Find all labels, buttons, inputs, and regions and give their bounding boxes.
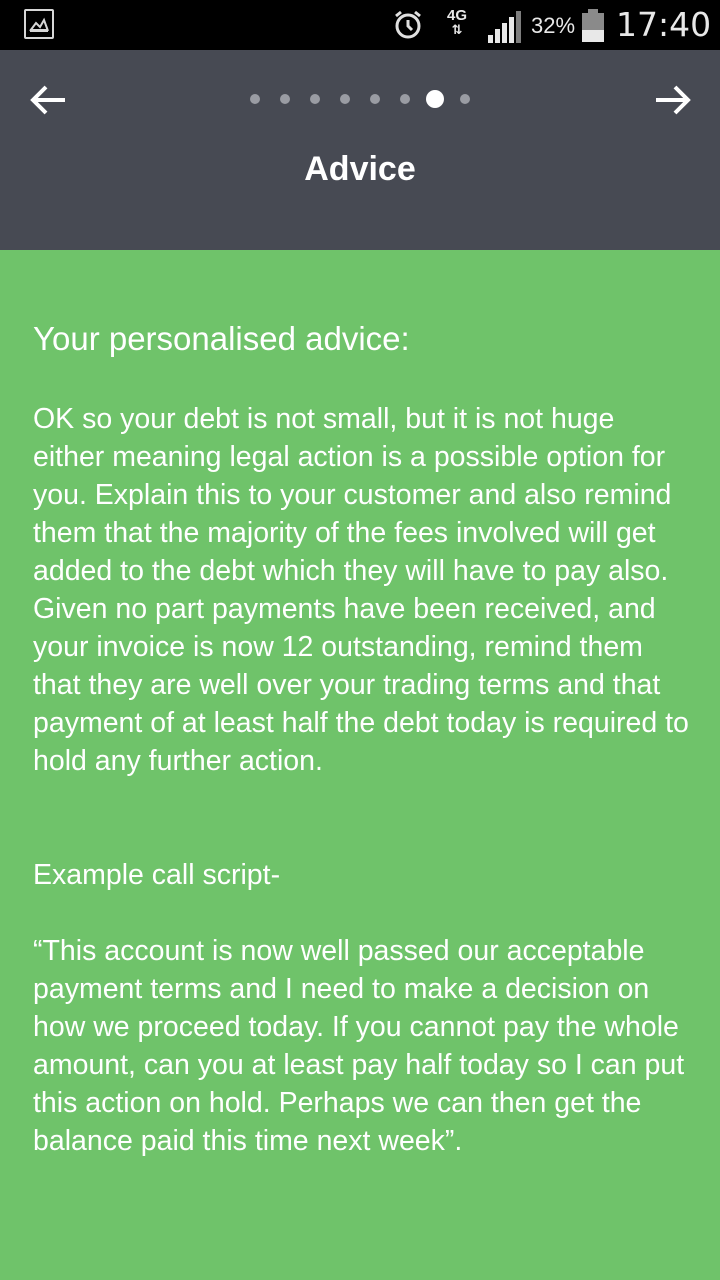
clock: 17:40 xyxy=(616,5,712,44)
page-dot xyxy=(250,94,260,104)
next-button[interactable] xyxy=(650,78,694,122)
data-arrows-icon: ⇅ xyxy=(451,22,463,37)
page-dot-active xyxy=(426,90,444,108)
call-script-heading: Example call script- xyxy=(33,859,281,891)
page-dot xyxy=(310,94,320,104)
page-dot xyxy=(460,94,470,104)
page-dot xyxy=(400,94,410,104)
advice-heading: Your personalised advice: xyxy=(33,320,410,357)
battery-icon xyxy=(581,9,605,48)
page-dot xyxy=(280,94,290,104)
advice-text: OK so your debt is not small, but it is … xyxy=(33,403,689,777)
app-header: Advice xyxy=(0,50,720,250)
alarm-icon xyxy=(392,9,424,46)
call-script-text: “This account is now well passed our acc… xyxy=(33,935,685,1157)
advice-content: Your personalised advice: OK so your deb… xyxy=(33,316,693,1160)
page-dot xyxy=(370,94,380,104)
arrow-right-icon xyxy=(656,85,691,115)
battery-percent: 32% xyxy=(531,13,576,38)
page-title: Advice xyxy=(304,150,416,188)
page-indicator xyxy=(0,89,720,109)
page-dot xyxy=(340,94,350,104)
status-bar: 4G ⇅ 32% 17:40 xyxy=(0,0,720,50)
signal-icon xyxy=(486,11,522,50)
gallery-icon xyxy=(24,9,54,39)
network-4g-icon: 4G ⇅ xyxy=(444,8,470,37)
